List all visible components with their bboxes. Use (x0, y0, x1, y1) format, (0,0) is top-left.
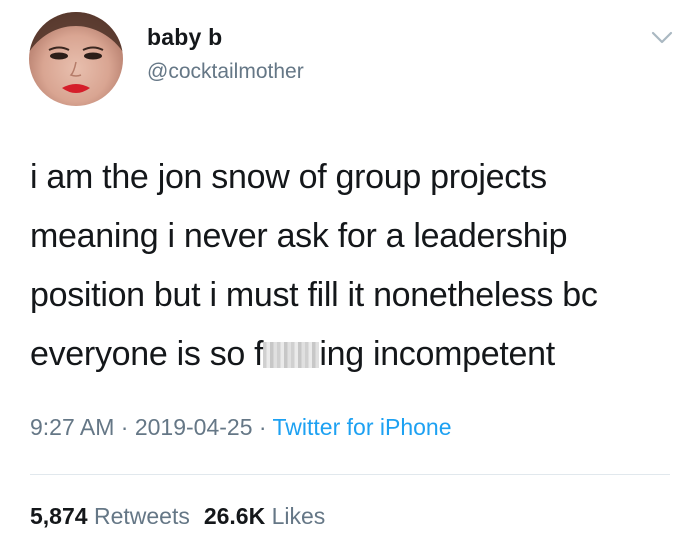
tweet-stats: 5,874 Retweets 26.6K Likes (30, 503, 325, 530)
display-name[interactable]: baby b (147, 24, 222, 51)
tweet-meta: 9:27 AM · 2019-04-25 · Twitter for iPhon… (30, 414, 452, 441)
tweet-text-fragment: everyone is so f (30, 335, 264, 373)
tweet-text-fragment: ing incompetent (319, 335, 555, 373)
retweets-count: 5,874 (30, 503, 88, 529)
tweet-card: baby b @cocktailmother i am the jon snow… (0, 0, 700, 553)
meta-separator: · (252, 414, 273, 440)
tweet-date[interactable]: 2019-04-25 (135, 414, 253, 440)
tweet-line: meaning i never ask for a leadership (30, 217, 568, 255)
tweet-time[interactable]: 9:27 AM (30, 414, 114, 440)
retweets-label: Retweets (93, 503, 190, 529)
meta-separator: · (114, 414, 135, 440)
likes-label: Likes (271, 503, 326, 529)
tweet-line: everyone is so f ing incompetent (30, 325, 670, 384)
likes-stat[interactable]: 26.6K Likes (204, 503, 325, 529)
censored-word-blur (263, 342, 320, 368)
tweet-line: i am the jon snow of group projects (30, 158, 547, 196)
avatar[interactable] (29, 12, 123, 106)
tweet-line: position but i must fill it nonetheless … (30, 276, 598, 314)
tweet-source-link[interactable]: Twitter for iPhone (273, 414, 452, 440)
likes-count: 26.6K (203, 503, 266, 529)
profile-photo-icon (29, 12, 123, 93)
user-handle[interactable]: @cocktailmother (147, 60, 304, 84)
retweets-stat[interactable]: 5,874 Retweets (30, 503, 190, 529)
divider (30, 474, 670, 475)
tweet-text: i am the jon snow of group projects mean… (30, 148, 670, 384)
chevron-down-icon[interactable] (651, 30, 673, 46)
